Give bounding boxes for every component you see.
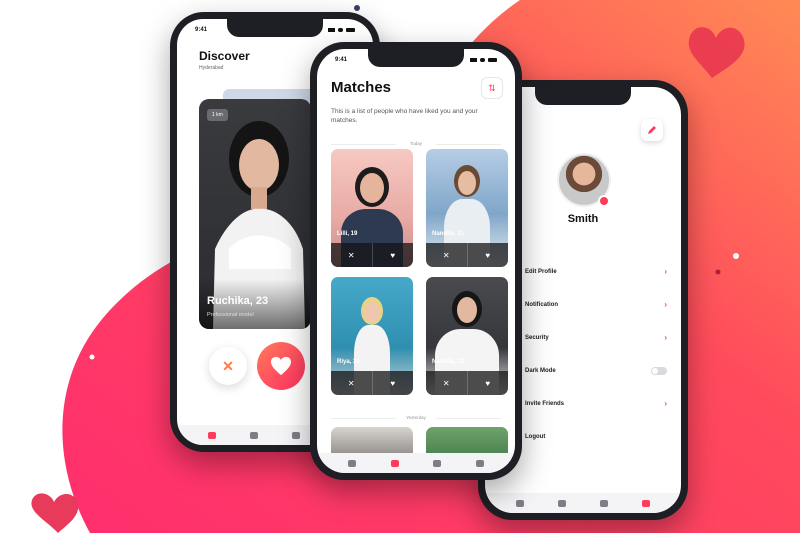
tab-messages-icon[interactable] <box>600 499 608 507</box>
chevron-right-icon: › <box>664 267 667 276</box>
menu-item-label: Security <box>525 334 549 341</box>
tab-bar <box>485 493 681 513</box>
status-icons <box>470 58 497 62</box>
tab-discover-icon[interactable] <box>516 499 524 507</box>
menu-item-logout[interactable]: Logout <box>525 420 667 453</box>
heart-icon: ♥ <box>390 378 396 388</box>
tab-discover-icon[interactable] <box>208 431 216 439</box>
match-actions: ✕ ♥ <box>331 243 413 267</box>
heart-icon <box>31 493 79 533</box>
tab-messages-icon[interactable] <box>433 459 442 467</box>
notch <box>535 87 631 105</box>
match-name: Nandita, 21 <box>432 231 465 237</box>
section-yesterday: Yesterday <box>331 415 501 420</box>
avatar-edit-badge[interactable] <box>598 195 610 207</box>
menu-item-invite-friends[interactable]: Invite Friends › <box>525 387 667 420</box>
menu-item-label: Edit Profile <box>525 268 557 275</box>
status-time: 9:41 <box>195 27 208 33</box>
like-button[interactable]: ♥ <box>468 243 509 267</box>
match-actions: ✕ ♥ <box>426 243 508 267</box>
tab-matches-icon[interactable] <box>390 459 399 467</box>
menu-item-label: Invite Friends <box>525 400 565 407</box>
reject-button[interactable]: ✕ <box>331 243 373 267</box>
edit-button[interactable] <box>641 119 663 141</box>
match-card[interactable]: Lilli, 19 ✕ ♥ <box>331 149 413 267</box>
cross-icon: ✕ <box>442 378 450 388</box>
match-name: Lilli, 19 <box>337 231 358 237</box>
match-name: Nandita, 23 <box>432 359 465 365</box>
chevron-right-icon: › <box>664 399 667 408</box>
card-name: Ruchika, 23 <box>207 295 269 307</box>
cross-icon: ✕ <box>442 250 450 260</box>
page-title: Matches <box>331 79 392 96</box>
like-button[interactable] <box>257 342 305 390</box>
dark-mode-toggle[interactable] <box>651 366 667 375</box>
matches-description: This is a list of people who have liked … <box>331 108 478 124</box>
reject-button[interactable]: ✕ <box>426 371 468 395</box>
heart-icon: ♥ <box>485 378 491 388</box>
menu-item-edit-profile[interactable]: Edit Profile › <box>525 255 667 288</box>
sort-icon: ⇅ <box>488 82 496 93</box>
tab-matches-icon[interactable] <box>558 499 566 507</box>
like-button[interactable]: ♥ <box>468 371 509 395</box>
menu-item-notification[interactable]: Notification › <box>525 288 667 321</box>
match-actions: ✕ ♥ <box>331 371 413 395</box>
tab-profile-icon[interactable] <box>642 499 650 507</box>
notch <box>227 19 323 37</box>
menu-item-label: Notification <box>525 301 558 308</box>
menu-item-label: Dark Mode <box>525 367 556 374</box>
match-card[interactable]: Riya, 24 ✕ ♥ <box>331 277 413 395</box>
match-card[interactable]: Nandita, 21 ✕ ♥ <box>426 149 508 267</box>
dislike-button[interactable]: ✕ <box>209 347 247 385</box>
reject-button[interactable]: ✕ <box>426 243 468 267</box>
tab-matches-icon[interactable] <box>250 431 258 439</box>
match-name: Riya, 24 <box>337 359 360 365</box>
card-role: Professional model <box>207 312 254 318</box>
matches-screen: 9:41 Matches ⇅ This is a list of people … <box>317 49 515 473</box>
matches-grid: Lilli, 19 ✕ ♥ Nandita, 21 ✕ ♥ Riya, 24 ✕… <box>331 149 508 395</box>
cross-icon: ✕ <box>347 378 355 388</box>
sort-button[interactable]: ⇅ <box>481 77 503 99</box>
reject-button[interactable]: ✕ <box>331 371 373 395</box>
pencil-icon <box>648 126 656 134</box>
tab-messages-icon[interactable] <box>292 431 300 439</box>
cross-icon: ✕ <box>347 250 355 260</box>
page-title: Discover <box>199 49 250 63</box>
distance-badge: 1 km <box>207 109 228 121</box>
like-button[interactable]: ♥ <box>373 243 414 267</box>
status-icons <box>328 28 355 32</box>
menu-item-dark-mode: Dark Mode <box>525 354 667 387</box>
settings-menu: Edit Profile › Notification › Security ›… <box>525 255 667 453</box>
phone-matches: 9:41 Matches ⇅ This is a list of people … <box>310 42 522 480</box>
section-today: Today <box>331 141 501 146</box>
match-card[interactable]: Nandita, 23 ✕ ♥ <box>426 277 508 395</box>
heart-icon: ♥ <box>390 250 396 260</box>
tab-profile-icon[interactable] <box>475 459 484 467</box>
match-actions: ✕ ♥ <box>426 371 508 395</box>
heart-icon: ♥ <box>485 250 491 260</box>
cross-icon: ✕ <box>222 357 234 374</box>
tab-bar <box>317 453 515 473</box>
menu-item-security[interactable]: Security › <box>525 321 667 354</box>
like-button[interactable]: ♥ <box>373 371 414 395</box>
profile-card[interactable]: 1 km Ruchika, 23 Professional model <box>199 99 311 329</box>
heart-icon <box>271 356 291 376</box>
notch <box>368 49 464 67</box>
chevron-right-icon: › <box>664 333 667 342</box>
status-time: 9:41 <box>335 57 348 63</box>
tab-discover-icon[interactable] <box>348 459 357 467</box>
menu-item-label: Logout <box>525 433 546 440</box>
location-label: Hyderabad <box>199 65 224 71</box>
chevron-right-icon: › <box>664 300 667 309</box>
